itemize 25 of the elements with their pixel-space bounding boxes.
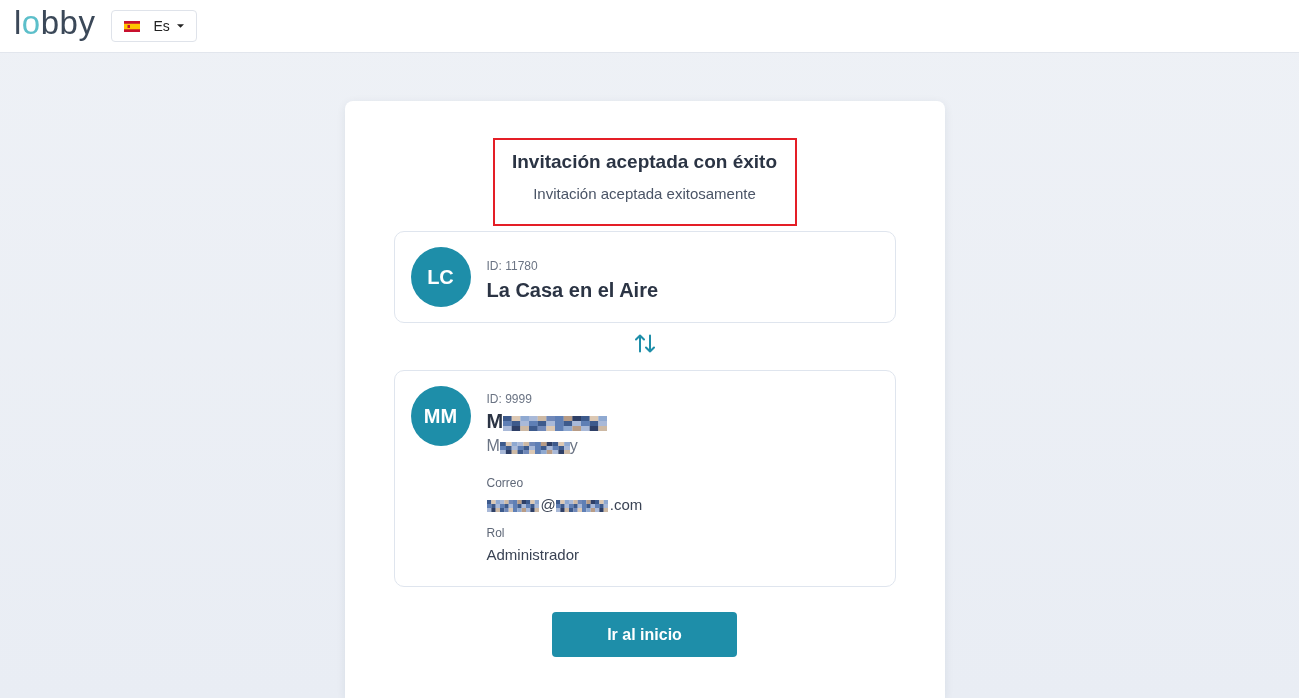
home-button[interactable]: Ir al inicio [552,612,737,657]
id-label: ID: 9999 [486,391,533,407]
avatar: LC [410,247,471,307]
field-value: Administrador [486,545,580,565]
field-value: @ [540,495,556,515]
member-name: M [486,409,504,434]
swap-arrows-icon [634,334,655,353]
logo: lobby [14,4,96,42]
property-name: La Casa en el Aire [486,278,659,303]
success-message: Invitación aceptada exitosamente [532,184,757,204]
redaction-mosaic-icon [503,416,608,431]
language-selector[interactable]: Es [111,10,198,42]
flag-icon [124,20,141,32]
success-title: Invitación aceptada con éxito [511,150,778,174]
field-value: .com [609,495,643,515]
avatar: MM [410,386,471,446]
id-label: ID: 11780 [486,258,539,274]
member-username: M [486,436,500,456]
redaction-mosaic-icon [486,500,539,512]
field-label: Correo [486,475,525,491]
caret-icon [177,24,185,28]
field-label: Rol [486,525,506,541]
redaction-mosaic-icon [499,441,570,454]
member-username: y [569,436,578,456]
redaction-mosaic-icon [555,500,608,512]
